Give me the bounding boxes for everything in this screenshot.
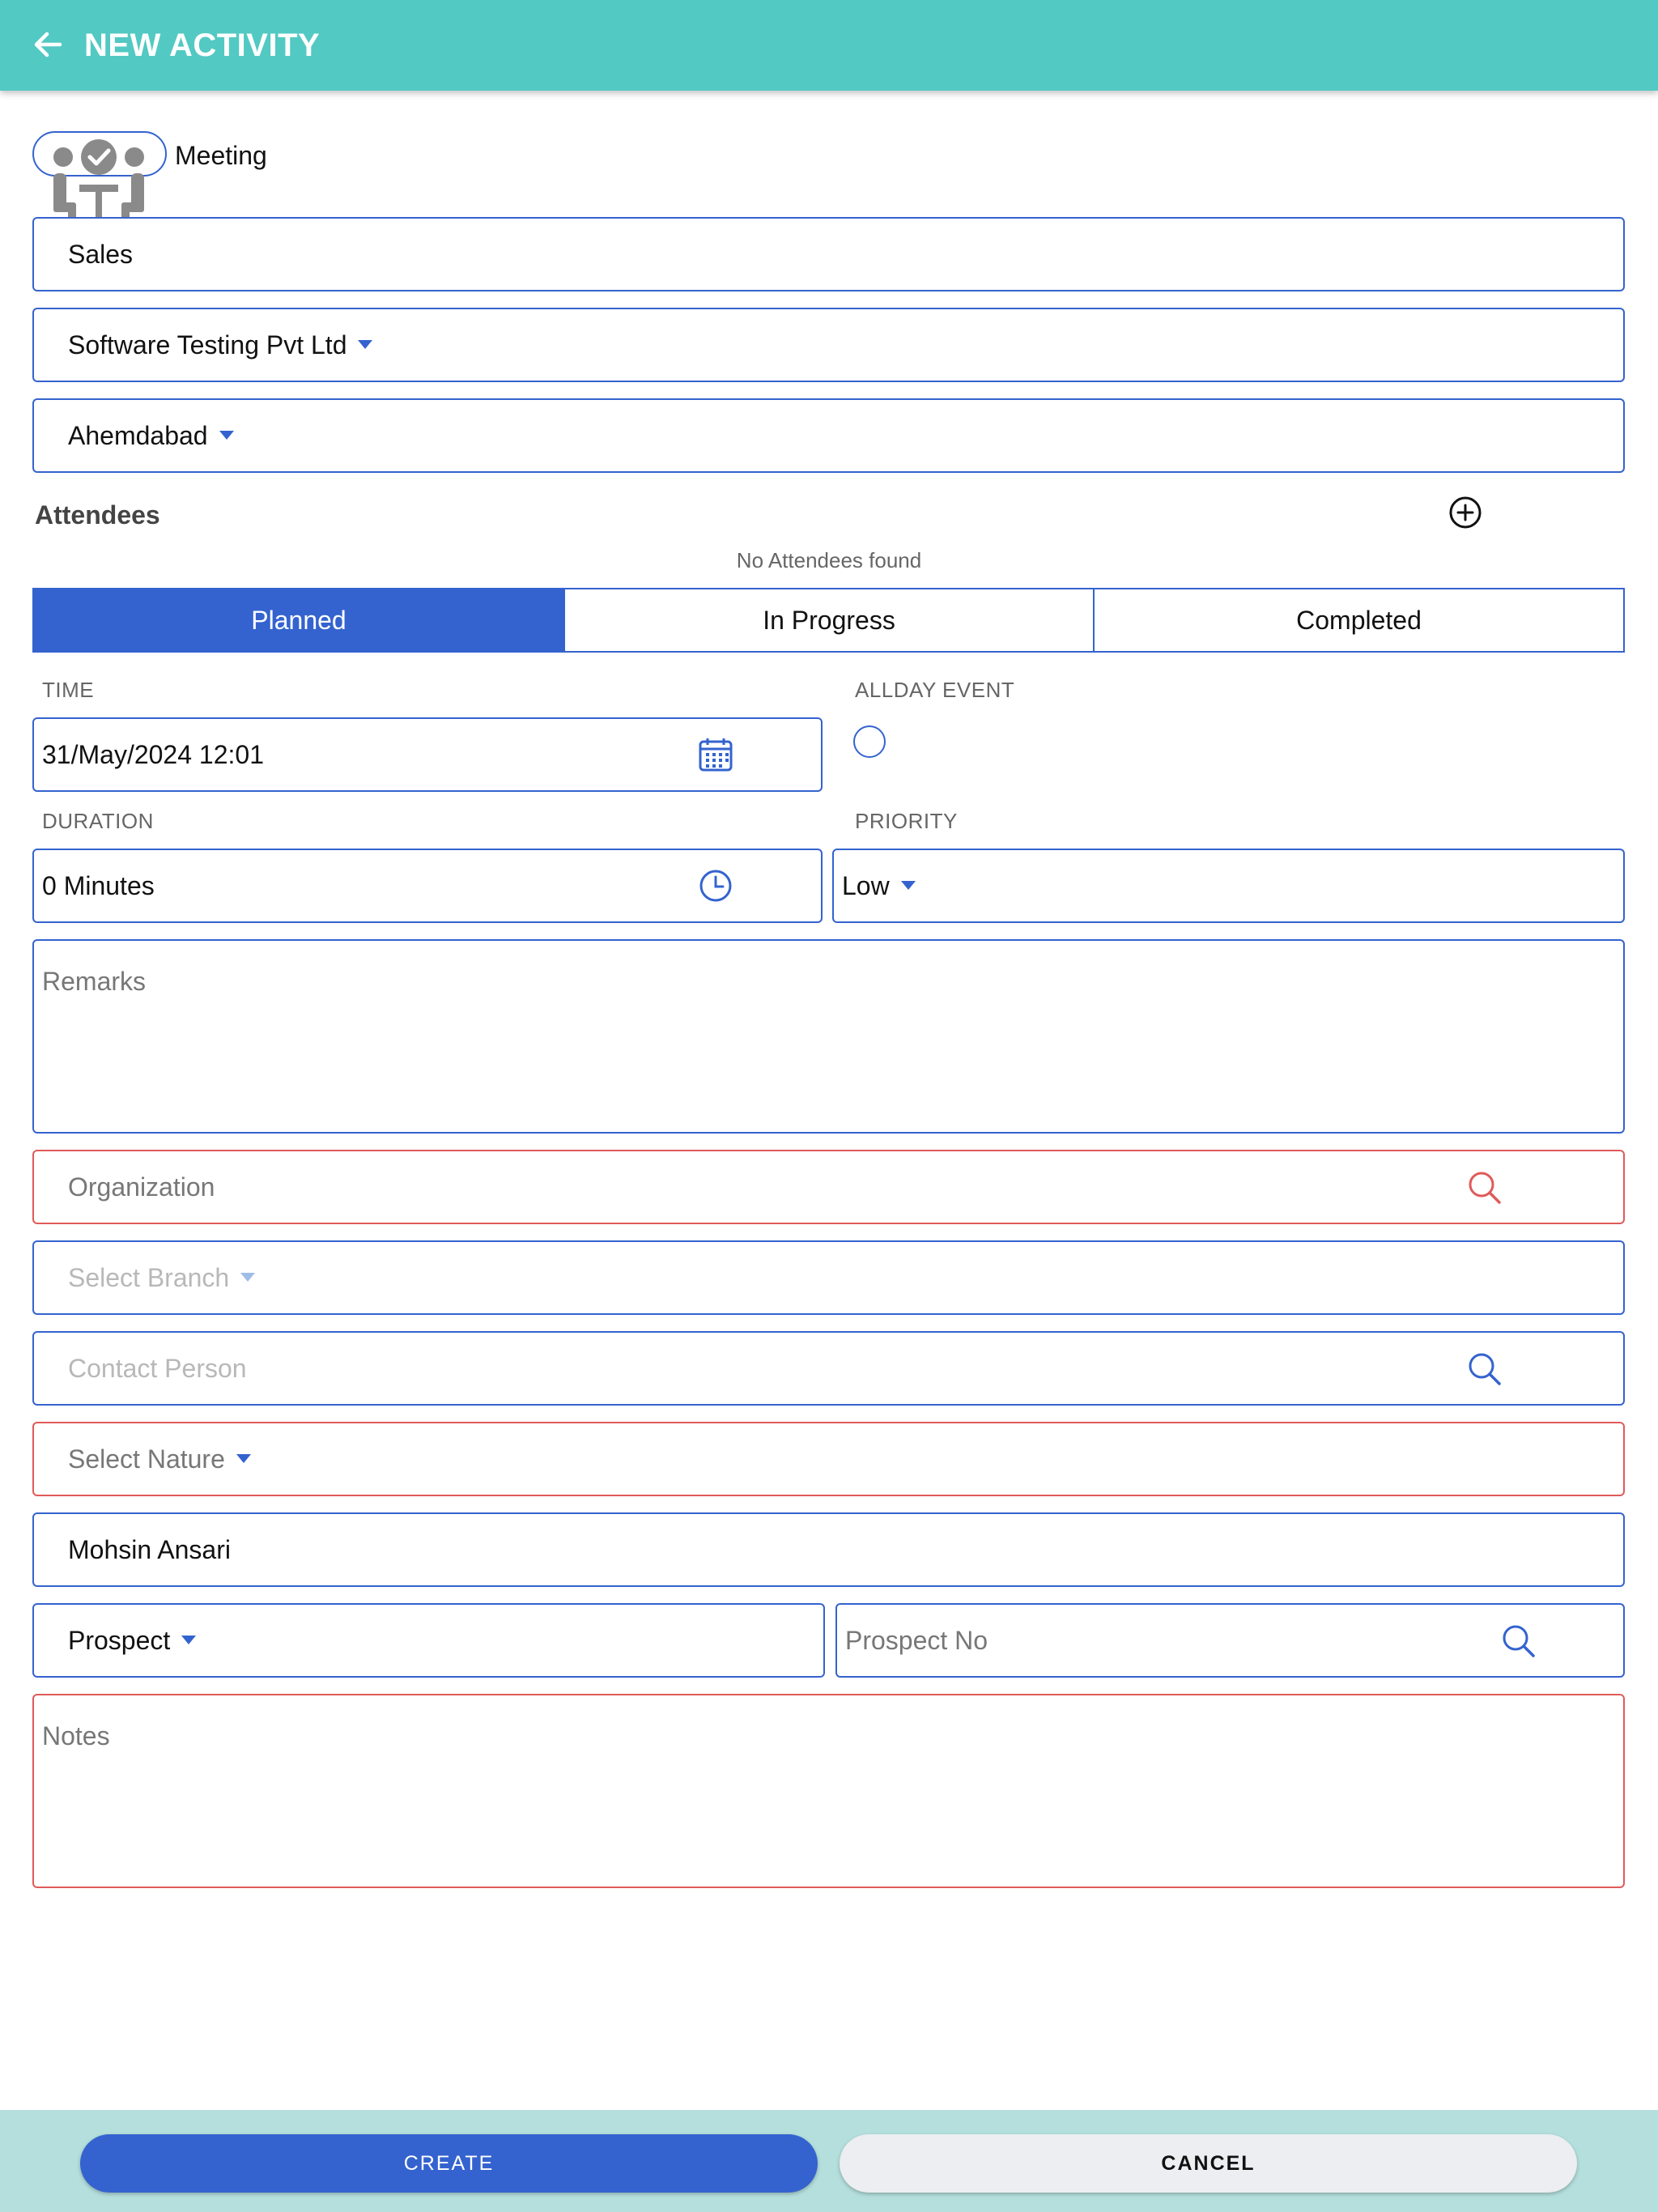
calendar-icon[interactable] bbox=[698, 737, 733, 772]
time-value: 31/May/2024 12:01 bbox=[42, 740, 264, 769]
organization-placeholder: Organization bbox=[68, 1172, 215, 1202]
select-branch-placeholder: Select Branch bbox=[68, 1263, 230, 1292]
search-icon[interactable] bbox=[1467, 1170, 1503, 1206]
branch-select-label: Ahemdabad bbox=[68, 421, 234, 451]
contact-person-placeholder: Contact Person bbox=[68, 1354, 247, 1383]
duration-caption: DURATION bbox=[42, 809, 154, 833]
add-circle-icon[interactable] bbox=[1448, 496, 1482, 530]
search-icon[interactable] bbox=[1467, 1351, 1503, 1387]
prospect-select-label: Prospect bbox=[68, 1626, 197, 1656]
company-value: Software Testing Pvt Ltd bbox=[68, 330, 347, 359]
priority-select[interactable] bbox=[832, 849, 1625, 923]
select-branch-field[interactable] bbox=[32, 1240, 1625, 1315]
tab-completed[interactable]: Completed bbox=[1093, 588, 1625, 653]
remarks-placeholder: Remarks bbox=[42, 967, 147, 996]
contact-person-field[interactable] bbox=[32, 1331, 1625, 1406]
notes-placeholder: Notes bbox=[42, 1721, 110, 1750]
attendees-title: Attendees bbox=[35, 500, 160, 530]
category-field[interactable] bbox=[32, 217, 1625, 291]
chevron-down-icon bbox=[240, 1273, 256, 1283]
select-branch-label: Select Branch bbox=[68, 1263, 256, 1293]
remarks-textarea[interactable] bbox=[32, 939, 1625, 1134]
allday-radio[interactable] bbox=[853, 725, 886, 758]
owner-field[interactable] bbox=[32, 1512, 1625, 1587]
tab-in-progress[interactable]: In Progress bbox=[563, 588, 1095, 653]
prospect-value: Prospect bbox=[68, 1626, 171, 1655]
prospect-no-placeholder: Prospect No bbox=[845, 1626, 988, 1655]
activity-type-label: Meeting bbox=[175, 141, 267, 170]
app-bar: NEW ACTIVITY bbox=[0, 0, 1658, 91]
priority-select-label: Low bbox=[842, 871, 916, 901]
chevron-down-icon bbox=[219, 431, 234, 440]
back-arrow-icon[interactable] bbox=[28, 24, 68, 65]
cancel-button[interactable]: CANCEL bbox=[840, 2134, 1577, 2193]
chevron-down-icon bbox=[181, 1636, 197, 1645]
chevron-down-icon bbox=[900, 881, 916, 891]
clock-icon[interactable] bbox=[698, 868, 733, 904]
page-title: NEW ACTIVITY bbox=[84, 28, 321, 63]
attendees-empty-message: No Attendees found bbox=[736, 548, 922, 572]
chevron-down-icon bbox=[236, 1454, 251, 1464]
nature-select-label: Select Nature bbox=[68, 1444, 251, 1474]
nature-select[interactable] bbox=[32, 1422, 1625, 1496]
tab-planned[interactable]: Planned bbox=[32, 588, 565, 653]
organization-field[interactable] bbox=[32, 1150, 1625, 1224]
category-value: Sales bbox=[68, 240, 134, 269]
owner-value: Mohsin Ansari bbox=[68, 1535, 231, 1564]
chevron-down-icon bbox=[358, 340, 373, 350]
priority-caption: PRIORITY bbox=[855, 809, 958, 833]
branch-value: Ahemdabad bbox=[68, 421, 208, 450]
notes-textarea[interactable] bbox=[32, 1694, 1625, 1888]
company-select-label: Software Testing Pvt Ltd bbox=[68, 330, 373, 360]
create-button[interactable]: CREATE bbox=[80, 2134, 818, 2193]
allday-caption: ALLDAY EVENT bbox=[855, 678, 1015, 702]
priority-value: Low bbox=[842, 871, 890, 900]
nature-placeholder: Select Nature bbox=[68, 1444, 225, 1474]
search-icon[interactable] bbox=[1501, 1623, 1537, 1659]
time-caption: TIME bbox=[42, 678, 95, 702]
duration-value: 0 Minutes bbox=[42, 871, 155, 900]
branch-select[interactable] bbox=[32, 398, 1625, 473]
